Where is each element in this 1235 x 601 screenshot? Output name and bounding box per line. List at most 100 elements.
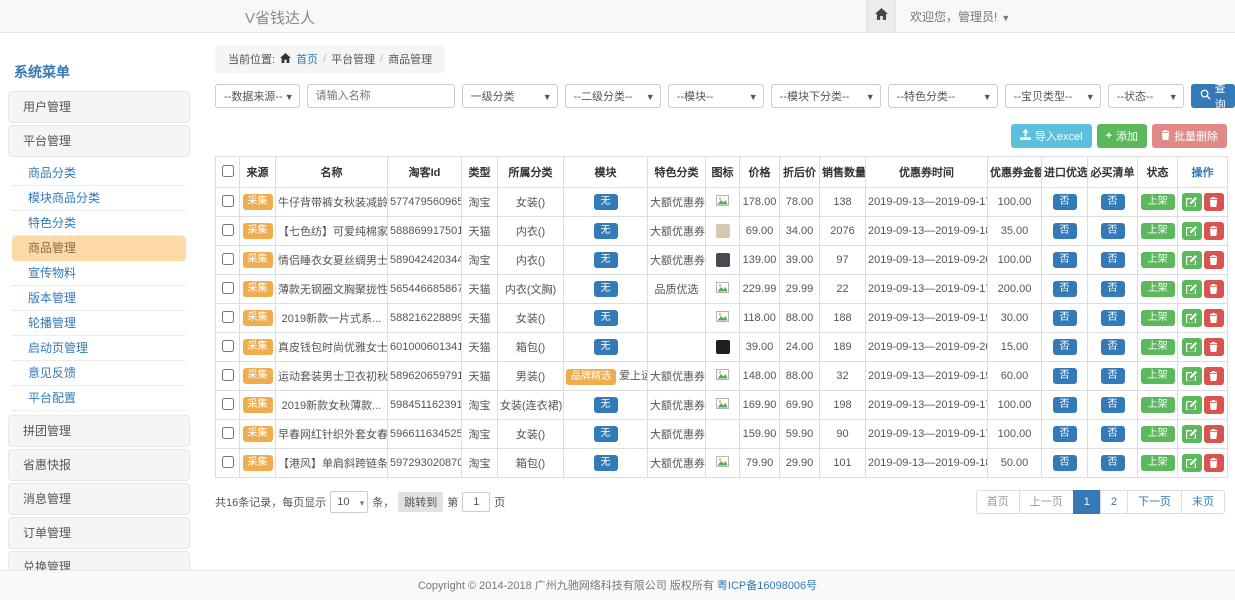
import-select-toggle[interactable]: 否 — [1053, 252, 1077, 268]
edit-button[interactable] — [1182, 251, 1202, 269]
row-checkbox[interactable] — [222, 282, 234, 294]
sidebar-item[interactable]: 商品管理 — [12, 236, 186, 261]
delete-button[interactable] — [1204, 425, 1224, 443]
filter-select[interactable]: --宝贝类型--▼ — [1005, 84, 1101, 108]
user-menu[interactable]: 欢迎您，管理员!▼ — [896, 8, 1010, 25]
status-toggle[interactable]: 上架 — [1141, 397, 1175, 413]
page-button[interactable]: 首页 — [976, 490, 1020, 514]
delete-button[interactable] — [1204, 396, 1224, 414]
sidebar-item[interactable]: 意见反馈 — [12, 361, 186, 386]
sidebar-item[interactable]: 商品分类 — [12, 161, 186, 186]
page-button[interactable]: 1 — [1073, 490, 1101, 514]
delete-button[interactable] — [1204, 454, 1224, 472]
must-buy-toggle[interactable]: 否 — [1101, 339, 1125, 355]
edit-button[interactable] — [1182, 367, 1202, 385]
status-toggle[interactable]: 上架 — [1141, 339, 1175, 355]
per-page-select[interactable]: 10▾ — [330, 491, 368, 513]
jump-page-input[interactable] — [462, 492, 490, 512]
import-select-toggle[interactable]: 否 — [1053, 223, 1077, 239]
icp-link[interactable]: 粤ICP备16098006号 — [717, 580, 817, 592]
edit-button[interactable] — [1182, 222, 1202, 240]
status-toggle[interactable]: 上架 — [1141, 223, 1175, 239]
sidebar-item[interactable]: 启动页管理 — [12, 336, 186, 361]
must-buy-toggle[interactable]: 否 — [1101, 426, 1125, 442]
status-toggle[interactable]: 上架 — [1141, 194, 1175, 210]
delete-button[interactable] — [1204, 251, 1224, 269]
sidebar-item[interactable]: 模块商品分类 — [12, 186, 186, 211]
row-checkbox[interactable] — [222, 253, 234, 265]
sidebar-item[interactable]: 特色分类 — [12, 211, 186, 236]
edit-button[interactable] — [1182, 338, 1202, 356]
filter-select[interactable]: --状态--▼ — [1108, 84, 1184, 108]
import-select-toggle[interactable]: 否 — [1053, 310, 1077, 326]
name-search-input[interactable] — [307, 84, 455, 108]
row-checkbox[interactable] — [222, 224, 234, 236]
edit-button[interactable] — [1182, 280, 1202, 298]
edit-button[interactable] — [1182, 454, 1202, 472]
import-excel-button[interactable]: 导入excel — [1011, 124, 1092, 148]
delete-button[interactable] — [1204, 367, 1224, 385]
filter-select[interactable]: --模块--▼ — [668, 84, 764, 108]
row-checkbox[interactable] — [222, 398, 234, 410]
breadcrumb-home-link[interactable]: 首页 — [296, 51, 318, 67]
row-checkbox[interactable] — [222, 195, 234, 207]
edit-button[interactable] — [1182, 396, 1202, 414]
delete-button[interactable] — [1204, 193, 1224, 211]
filter-select[interactable]: --二级分类--▼ — [565, 84, 661, 108]
status-toggle[interactable]: 上架 — [1141, 368, 1175, 384]
search-button[interactable]: 查询 — [1191, 84, 1235, 108]
row-checkbox[interactable] — [222, 311, 234, 323]
import-select-toggle[interactable]: 否 — [1053, 397, 1077, 413]
add-button[interactable]: + 添加 — [1097, 124, 1147, 148]
must-buy-toggle[interactable]: 否 — [1101, 368, 1125, 384]
row-checkbox[interactable] — [222, 369, 234, 381]
batch-delete-button[interactable]: 批量删除 — [1152, 124, 1227, 148]
jump-button[interactable]: 跳转到 — [398, 492, 443, 512]
sidebar-item[interactable]: 轮播管理 — [12, 311, 186, 336]
row-checkbox[interactable] — [222, 456, 234, 468]
must-buy-toggle[interactable]: 否 — [1101, 223, 1125, 239]
home-button[interactable] — [866, 0, 896, 32]
must-buy-toggle[interactable]: 否 — [1101, 194, 1125, 210]
page-button[interactable]: 上一页 — [1019, 490, 1074, 514]
page-button[interactable]: 末页 — [1181, 490, 1225, 514]
status-toggle[interactable]: 上架 — [1141, 252, 1175, 268]
sidebar-item[interactable]: 版本管理 — [12, 286, 186, 311]
import-select-toggle[interactable]: 否 — [1053, 339, 1077, 355]
delete-button[interactable] — [1204, 309, 1224, 327]
import-select-toggle[interactable]: 否 — [1053, 281, 1077, 297]
sidebar-group[interactable]: 消息管理 — [8, 483, 190, 515]
sidebar-group[interactable]: 拼团管理 — [8, 415, 190, 447]
filter-select[interactable]: --数据来源--▼ — [215, 84, 300, 108]
edit-button[interactable] — [1182, 425, 1202, 443]
filter-select[interactable]: --模块下分类--▼ — [771, 84, 881, 108]
status-toggle[interactable]: 上架 — [1141, 455, 1175, 471]
sidebar-group[interactable]: 订单管理 — [8, 517, 190, 549]
sidebar-group[interactable]: 省惠快报 — [8, 449, 190, 481]
sidebar-item[interactable]: 宣传物料 — [12, 261, 186, 286]
edit-button[interactable] — [1182, 309, 1202, 327]
must-buy-toggle[interactable]: 否 — [1101, 310, 1125, 326]
must-buy-toggle[interactable]: 否 — [1101, 455, 1125, 471]
must-buy-toggle[interactable]: 否 — [1101, 252, 1125, 268]
select-all-checkbox[interactable] — [222, 165, 234, 177]
status-toggle[interactable]: 上架 — [1141, 426, 1175, 442]
delete-button[interactable] — [1204, 338, 1224, 356]
filter-select[interactable]: 一级分类▼ — [462, 84, 558, 108]
sidebar-group[interactable]: 兑换管理 — [8, 551, 190, 570]
sidebar-group[interactable]: 平台管理 — [8, 125, 190, 157]
import-select-toggle[interactable]: 否 — [1053, 194, 1077, 210]
import-select-toggle[interactable]: 否 — [1053, 368, 1077, 384]
sidebar-item[interactable]: 平台配置 — [12, 386, 186, 411]
edit-button[interactable] — [1182, 193, 1202, 211]
page-button[interactable]: 2 — [1100, 490, 1128, 514]
must-buy-toggle[interactable]: 否 — [1101, 397, 1125, 413]
import-select-toggle[interactable]: 否 — [1053, 455, 1077, 471]
row-checkbox[interactable] — [222, 427, 234, 439]
page-button[interactable]: 下一页 — [1127, 490, 1182, 514]
status-toggle[interactable]: 上架 — [1141, 281, 1175, 297]
delete-button[interactable] — [1204, 222, 1224, 240]
sidebar-group[interactable]: 用户管理 — [8, 91, 190, 123]
filter-select[interactable]: --特色分类--▼ — [888, 84, 998, 108]
import-select-toggle[interactable]: 否 — [1053, 426, 1077, 442]
